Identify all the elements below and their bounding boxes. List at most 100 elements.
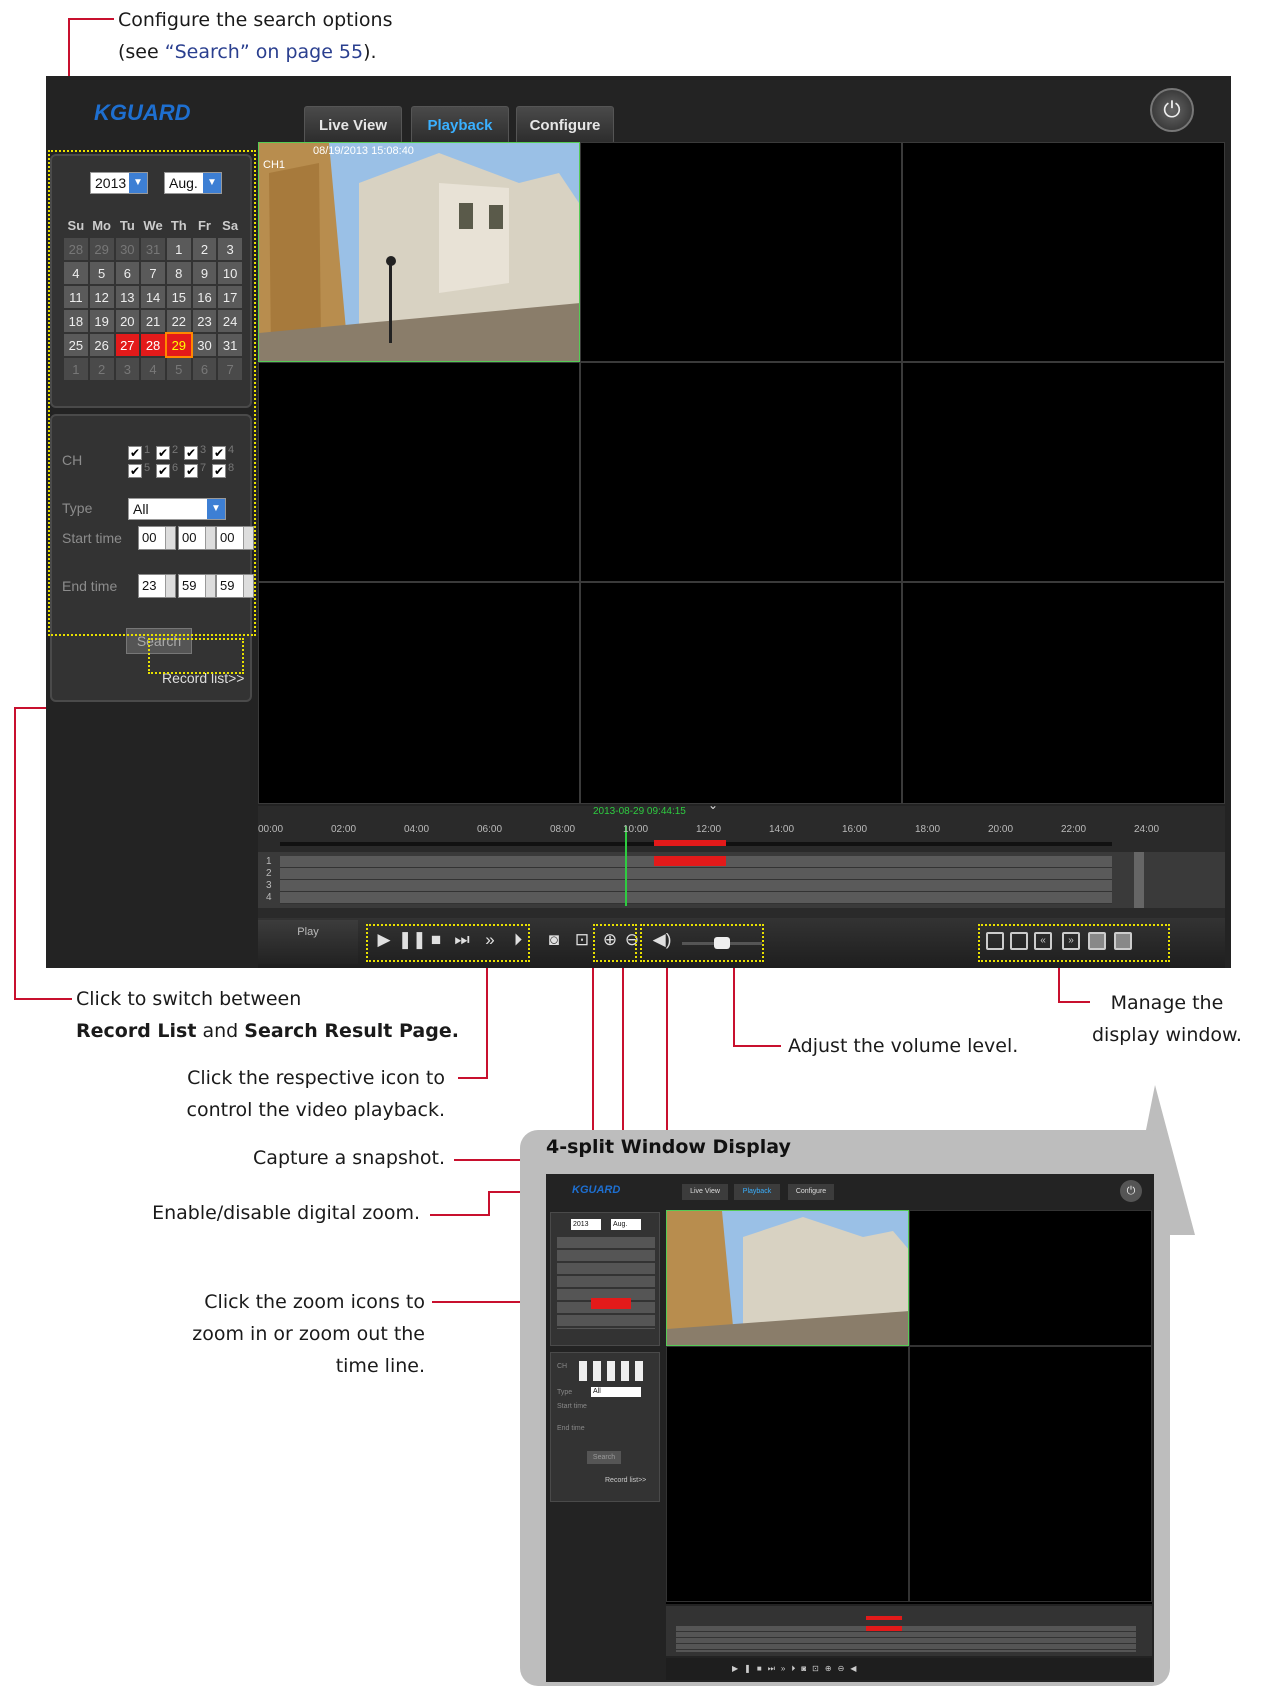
recording-segment [866, 1626, 902, 1631]
tab-configure[interactable]: Configure [788, 1184, 834, 1200]
channel-row-label: 1 [266, 856, 272, 867]
timeline-tick-label: 22:00 [1061, 824, 1087, 835]
video-tile-1[interactable]: 08/19/2013 15:08:40 CH1 [258, 142, 580, 362]
timeline-tick-label: 08:00 [550, 824, 576, 835]
end-time-label: End time [557, 1425, 585, 1432]
annotation-text: Configure the search options [118, 9, 393, 31]
timeline-tick-label: 02:00 [331, 824, 357, 835]
search-page-link[interactable]: “Search” on page 55 [165, 41, 363, 63]
annotation-text: Click the zoom icons to [204, 1291, 425, 1313]
timeline[interactable]: ⌄ 2013-08-29 09:44:15 1234 00:00 02:00 04:… [258, 798, 1225, 918]
four-split-title: 4-split Window Display [546, 1136, 791, 1158]
annotation-bold: Search Result Page. [244, 1020, 459, 1042]
power-icon[interactable]: ⏻ [1150, 88, 1194, 132]
video-tile-8[interactable] [580, 582, 902, 804]
app-window: KGUARD Live View Playback Configure ⏻ 20… [46, 76, 1231, 968]
video-tile-4[interactable] [258, 362, 580, 582]
callout-line [14, 707, 16, 999]
mini-video-tile-1[interactable] [666, 1210, 909, 1346]
scrollbar[interactable] [1134, 852, 1144, 908]
tab-label: Configure [529, 116, 601, 134]
volume-controls-highlight [640, 924, 764, 962]
kguard-logo: KGUARD [94, 100, 191, 125]
callout-line [68, 18, 114, 20]
annotation-text: zoom in or zoom out the [192, 1323, 425, 1345]
timeline-tick-label: 00:00 [258, 824, 284, 835]
mini-video-tile-4[interactable] [909, 1346, 1152, 1602]
street-scene-image [259, 143, 579, 361]
kguard-logo: KGUARD [572, 1184, 621, 1196]
tab-live-view[interactable]: Live View [304, 106, 402, 144]
chevron-down-icon[interactable]: ⌄ [708, 798, 718, 812]
annotation-zoom: Click the zoom icons to zoom in or zoom … [80, 1286, 425, 1382]
mini-recorded-days [591, 1298, 631, 1309]
callout-line [432, 1301, 530, 1303]
annotation-text: (see “Search” on page 55). [118, 36, 392, 68]
year-select[interactable]: 2013 [571, 1219, 601, 1230]
callout-line [1058, 1001, 1090, 1003]
channel-row-label: 4 [266, 892, 272, 903]
channel-row-label: 3 [266, 880, 272, 891]
callout-line [733, 1045, 781, 1047]
callout-line [458, 1077, 488, 1079]
annotation-text: Record List and Search Result Page. [76, 1015, 459, 1047]
video-tile-3[interactable] [902, 142, 1225, 362]
annotation-text: ). [363, 41, 377, 63]
recording-segment [654, 840, 726, 846]
annotation-text: display window. [1092, 1024, 1242, 1046]
power-icon[interactable]: ⏻ [1120, 1180, 1142, 1202]
osd-timestamp: 08/19/2013 15:08:40 [313, 145, 414, 157]
callout-line [733, 955, 735, 1047]
timeline-tick-label: 14:00 [769, 824, 795, 835]
video-tile-2[interactable] [580, 142, 902, 362]
video-tile-9[interactable] [902, 582, 1225, 804]
tab-label: Live View [318, 116, 388, 134]
annotation-playback: Click the respective icon to control the… [100, 1062, 445, 1126]
annotation-text: control the video playback. [186, 1099, 445, 1121]
video-tile-7[interactable] [258, 582, 580, 804]
tab-playback[interactable]: Playback [734, 1184, 780, 1200]
callout-line [430, 1214, 490, 1216]
mini-app-window: KGUARD Live View Playback Configure ⏻ 20… [546, 1174, 1154, 1682]
playback-controls-highlight [366, 924, 530, 962]
timeline-tick-label: 18:00 [915, 824, 941, 835]
annotation-record-switch: Click to switch between Record List and … [76, 983, 459, 1047]
channel-rows: 1234 [258, 852, 1225, 908]
tab-playback[interactable]: Playback [411, 106, 509, 144]
mini-timeline[interactable] [666, 1606, 1152, 1656]
video-tile-6[interactable] [902, 362, 1225, 582]
tab-configure[interactable]: Configure [516, 106, 614, 144]
annotation-text: Click the respective icon to [187, 1067, 445, 1089]
display-controls-highlight [978, 924, 1170, 962]
play-mode-label: Play [258, 920, 358, 964]
month-select[interactable]: Aug. [611, 1219, 641, 1230]
mini-channel-checkboxes[interactable] [579, 1361, 649, 1381]
mini-calendar-panel: 2013 Aug. [550, 1212, 660, 1346]
annotation-text: (see [118, 41, 165, 63]
annotation-volume: Adjust the volume level. [788, 1035, 1019, 1057]
tab-live-view[interactable]: Live View [682, 1184, 728, 1200]
annotation-bold: Record List [76, 1020, 197, 1042]
video-tile-5[interactable] [580, 362, 902, 582]
annotation-display: Manage the display window. [1092, 987, 1242, 1051]
start-time-label: Start time [557, 1403, 587, 1410]
snapshot-icon[interactable]: ◙ [542, 930, 566, 950]
timeline-cursor-time: 2013-08-29 09:44:15 [593, 806, 686, 817]
timeline-cursor[interactable] [625, 826, 627, 906]
channel-row-label: 2 [266, 868, 272, 879]
mini-video-grid [666, 1210, 1152, 1604]
timeline-tick-label: 20:00 [988, 824, 1014, 835]
callout-line [488, 1191, 490, 1215]
timeline-tick-label: 06:00 [477, 824, 503, 835]
mini-video-tile-2[interactable] [909, 1210, 1152, 1346]
mini-video-tile-3[interactable] [666, 1346, 909, 1602]
annotation-digital-zoom: Enable/disable digital zoom. [152, 1202, 420, 1224]
street-scene-image [667, 1211, 908, 1345]
callout-line [486, 958, 488, 1078]
recording-segment [866, 1616, 902, 1620]
record-list-button[interactable]: Record list>> [605, 1477, 646, 1484]
timeline-tick-label: 24:00 [1134, 824, 1160, 835]
search-button[interactable]: Search [587, 1451, 621, 1464]
type-select[interactable]: All [591, 1387, 641, 1397]
digital-zoom-icon[interactable]: ⊡ [570, 930, 594, 950]
